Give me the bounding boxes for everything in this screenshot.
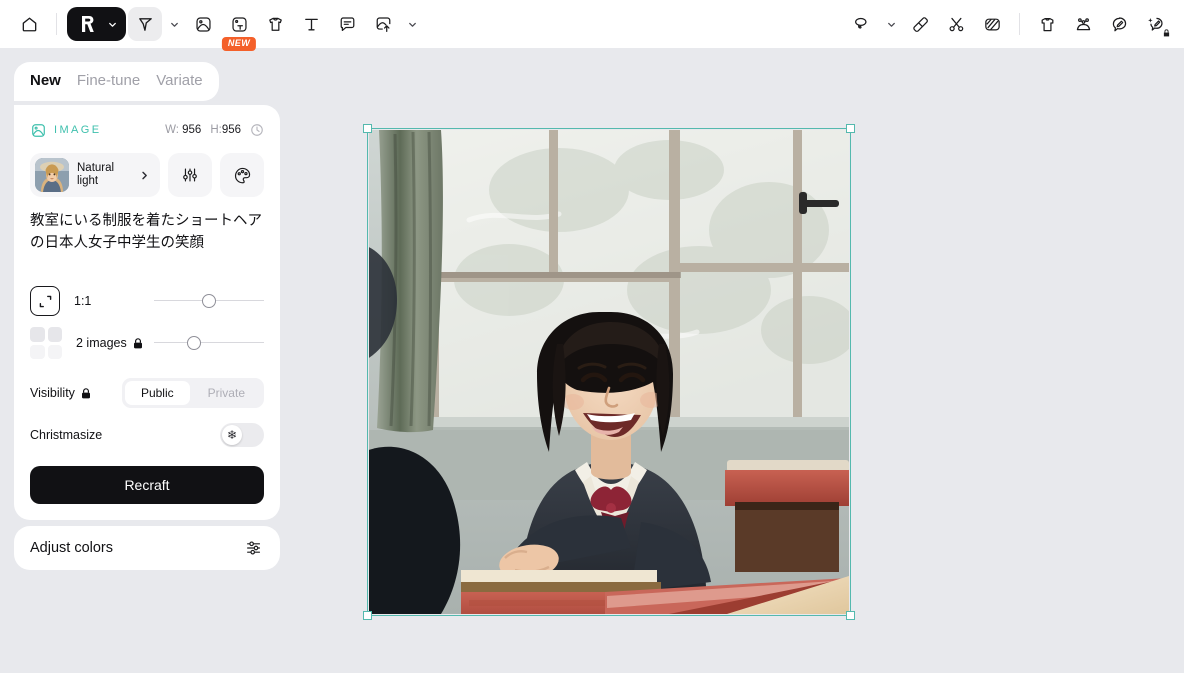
adjust-colors-panel[interactable]: Adjust colors — [14, 526, 280, 570]
aspect-ratio-slider[interactable] — [154, 292, 264, 310]
set-icon[interactable] — [1066, 7, 1100, 41]
lock-icon — [1163, 29, 1170, 37]
magic-edit-icon[interactable] — [1138, 7, 1172, 41]
select-tool-icon[interactable] — [128, 7, 162, 41]
new-badge: NEW — [221, 37, 257, 51]
style-settings-button[interactable] — [168, 153, 212, 197]
slider-handle[interactable] — [202, 294, 217, 308]
christmasize-row: Christmasize ❄ — [30, 422, 264, 448]
visibility-option-public[interactable]: Public — [124, 381, 190, 405]
image-dimensions: W: 956 H:956 — [165, 123, 264, 137]
toolbar-divider-right — [1019, 13, 1020, 35]
image-count-row: 2 images — [30, 322, 264, 364]
visibility-text: Visibility — [30, 386, 75, 400]
grid-cell — [47, 344, 62, 359]
prompt-text[interactable]: 教室にいる制服を着たショートヘアの日本人女子中学生の笑顔 — [30, 210, 264, 254]
image-count-text: 2 images — [76, 336, 127, 350]
lasso-icon[interactable] — [845, 7, 879, 41]
visibility-row: Visibility Public Private — [30, 378, 264, 408]
mockup-icon[interactable] — [258, 7, 292, 41]
aspect-ratio-icon[interactable] — [30, 286, 60, 316]
eraser-icon[interactable] — [903, 7, 937, 41]
tab-fine-tune[interactable]: Fine-tune — [77, 72, 140, 89]
toggle-knob: ❄ — [222, 425, 242, 445]
height-value: 956 — [221, 124, 241, 136]
toolbar-right-group — [845, 7, 1172, 41]
aspect-ratio-row: 1:1 — [30, 280, 264, 322]
upload-image-icon[interactable] — [366, 7, 400, 41]
width-readout: W: 956 — [165, 124, 201, 136]
tab-new[interactable]: New — [30, 72, 61, 89]
comment-icon[interactable] — [330, 7, 364, 41]
edit-bubble-icon[interactable] — [1102, 7, 1136, 41]
chevron-right-icon — [139, 170, 152, 181]
style-thumbnail — [35, 158, 69, 192]
width-key: W: — [165, 124, 179, 136]
image-count-slider[interactable] — [154, 334, 264, 352]
lasso-chevron-down-icon[interactable] — [881, 7, 901, 41]
history-clock-icon[interactable] — [250, 123, 264, 137]
tab-variate[interactable]: Variate — [156, 72, 202, 89]
canvas-selected-image[interactable] — [363, 124, 855, 620]
recraft-generate-button[interactable]: Recraft — [30, 466, 264, 504]
app-root: NEW New Fine-tune Variate IMAGE W: 956 H… — [0, 0, 1184, 673]
image-count-label: 2 images — [76, 336, 143, 350]
lock-icon — [133, 337, 143, 349]
image-section-label: IMAGE — [54, 124, 102, 136]
visibility-option-private[interactable]: Private — [192, 381, 261, 405]
home-icon[interactable] — [12, 7, 46, 41]
resize-handle-top-left[interactable] — [363, 124, 372, 133]
image-text-icon[interactable]: NEW — [221, 7, 257, 51]
scissors-icon[interactable] — [939, 7, 973, 41]
recraft-tool-group[interactable] — [67, 7, 126, 41]
adjust-sliders-icon[interactable] — [244, 538, 264, 558]
resize-handle-bottom-right[interactable] — [846, 611, 855, 620]
christmasize-label: Christmasize — [30, 428, 103, 442]
color-palette-button[interactable] — [220, 153, 264, 197]
aspect-ratio-label: 1:1 — [74, 294, 92, 308]
slider-track — [154, 342, 264, 343]
grid-cell — [30, 344, 45, 359]
visibility-segmented-control: Public Private — [121, 378, 264, 408]
christmasize-toggle[interactable]: ❄ — [220, 423, 264, 447]
height-key: H: — [210, 124, 222, 136]
grid-cell — [30, 327, 45, 342]
slider-handle[interactable] — [187, 336, 201, 350]
upload-chevron-down-icon[interactable] — [402, 7, 422, 41]
adjust-colors-label: Adjust colors — [30, 540, 114, 556]
select-tool-chevron-down-icon[interactable] — [164, 7, 184, 41]
grid-cell — [47, 327, 62, 342]
style-row: Natural light — [30, 153, 264, 197]
apparel-icon[interactable] — [1030, 7, 1064, 41]
visibility-label: Visibility — [30, 386, 91, 400]
text-icon[interactable] — [294, 7, 328, 41]
top-toolbar: NEW — [0, 0, 1184, 51]
generation-controls: 1:1 2 images — [30, 280, 264, 364]
left-panel: New Fine-tune Variate IMAGE W: 956 H:956 — [14, 62, 280, 570]
resize-handle-top-right[interactable] — [846, 124, 855, 133]
style-name: Natural light — [77, 161, 115, 188]
toolbar-left-group: NEW — [12, 7, 422, 51]
recraft-tool-chevron-down-icon[interactable] — [102, 7, 122, 41]
image-count-icon[interactable] — [30, 327, 62, 359]
generated-photo[interactable] — [369, 130, 849, 614]
resize-handle-bottom-left[interactable] — [363, 611, 372, 620]
image-type-icon — [30, 122, 47, 139]
height-readout: H:956 — [210, 124, 241, 136]
texture-icon[interactable] — [975, 7, 1009, 41]
recraft-logo-icon[interactable] — [73, 7, 101, 41]
panel-tabs: New Fine-tune Variate — [14, 62, 219, 101]
image-section-header: IMAGE W: 956 H:956 — [30, 119, 264, 141]
lock-icon — [81, 387, 91, 399]
snowflake-icon: ❄ — [226, 428, 238, 442]
image-icon[interactable] — [186, 7, 220, 41]
width-value: 956 — [182, 124, 202, 136]
style-selector[interactable]: Natural light — [30, 153, 160, 197]
generation-card: IMAGE W: 956 H:956 Natural light 教室にいる制服… — [14, 105, 280, 520]
toolbar-divider — [56, 13, 57, 35]
